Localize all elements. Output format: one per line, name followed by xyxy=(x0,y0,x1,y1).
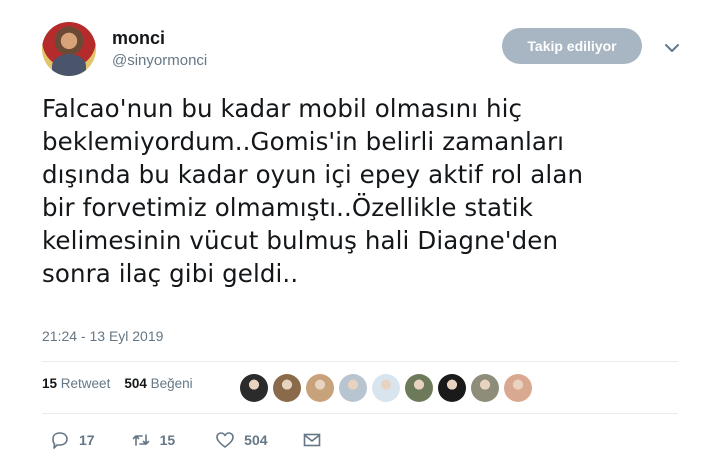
user-name[interactable]: monci xyxy=(112,28,165,49)
reply-button[interactable]: 17 xyxy=(50,430,95,450)
chevron-down-icon[interactable] xyxy=(662,38,682,58)
like-stat[interactable]: 504 Beğeni xyxy=(124,376,192,391)
divider xyxy=(42,361,678,362)
liker-avatar[interactable] xyxy=(306,374,334,402)
liker-avatar[interactable] xyxy=(471,374,499,402)
liker-avatar[interactable] xyxy=(438,374,466,402)
engagement-stats: 15 Retweet 504 Beğeni xyxy=(42,376,193,391)
like-action-count: 504 xyxy=(244,432,268,448)
like-count: 504 xyxy=(124,376,147,391)
liker-avatars xyxy=(240,374,532,402)
liker-avatar[interactable] xyxy=(372,374,400,402)
retweet-stat-label: Retweet xyxy=(60,376,111,391)
retweet-button[interactable]: 15 xyxy=(131,430,176,450)
retweet-count: 15 xyxy=(42,376,58,391)
tweet-header: monci @sinyormonci Takip ediliyor xyxy=(42,22,692,82)
heart-icon xyxy=(216,432,234,448)
liker-avatar[interactable] xyxy=(504,374,532,402)
liker-avatar[interactable] xyxy=(339,374,367,402)
reply-count: 17 xyxy=(79,432,95,448)
liker-avatar[interactable] xyxy=(240,374,268,402)
user-avatar[interactable] xyxy=(42,22,96,76)
reply-icon xyxy=(52,432,68,449)
tweet-text: Falcao'nun bu kadar mobil olmasını hiç b… xyxy=(42,94,584,288)
liker-avatar[interactable] xyxy=(273,374,301,402)
user-handle[interactable]: @sinyormonci xyxy=(112,52,207,69)
tweet-timestamp[interactable]: 21:24 - 13 Eyl 2019 xyxy=(42,328,163,344)
following-button[interactable]: Takip ediliyor xyxy=(502,28,642,64)
divider xyxy=(42,413,678,414)
tweet-actions: 17 15 504 xyxy=(50,430,322,450)
direct-message-button[interactable] xyxy=(302,430,322,450)
like-stat-label: Beğeni xyxy=(150,376,193,391)
retweet-stat[interactable]: 15 Retweet xyxy=(42,376,110,391)
like-button[interactable]: 504 xyxy=(215,430,268,450)
liker-avatar[interactable] xyxy=(405,374,433,402)
retweet-icon xyxy=(132,434,149,446)
retweet-action-count: 15 xyxy=(159,432,176,448)
envelope-icon xyxy=(303,433,320,447)
